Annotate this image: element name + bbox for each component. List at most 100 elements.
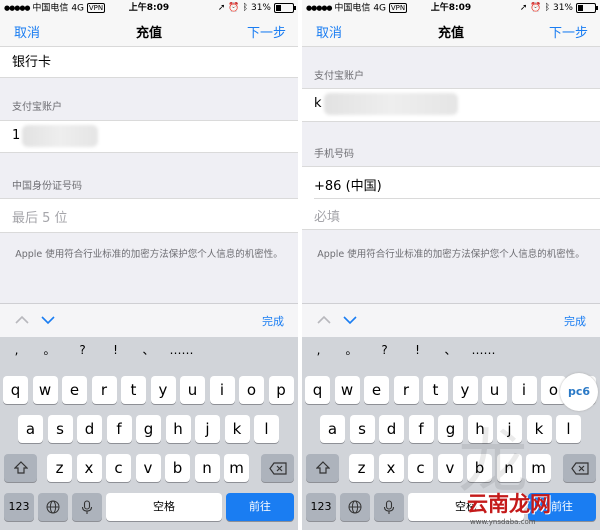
key-l[interactable]: l: [556, 415, 581, 443]
previous-field-arrow-icon[interactable]: [316, 312, 332, 328]
key-q[interactable]: q: [3, 376, 28, 404]
key-n[interactable]: n: [194, 454, 220, 482]
key-e[interactable]: e: [364, 376, 389, 404]
key-o[interactable]: o: [239, 376, 264, 404]
done-button[interactable]: 完成: [564, 313, 586, 329]
punct-key[interactable]: 。: [335, 337, 368, 363]
key-b[interactable]: b: [165, 454, 190, 482]
key-l[interactable]: l: [254, 415, 279, 443]
key-d[interactable]: d: [379, 415, 404, 443]
key-c[interactable]: c: [408, 454, 433, 482]
id-number-placeholder: 最后 5 位: [12, 211, 68, 226]
key-w[interactable]: w: [334, 376, 360, 404]
numbers-key[interactable]: 123: [306, 493, 336, 521]
key-x[interactable]: x: [378, 454, 404, 482]
keyboard: , 。 ? ! 、 …… qwertyuiop asdfghjkl zxcvbnm 1…: [0, 337, 298, 530]
key-f[interactable]: f: [106, 415, 132, 443]
backspace-icon: [268, 461, 287, 475]
key-a[interactable]: a: [18, 415, 43, 443]
punct-key[interactable]: 、: [132, 337, 165, 363]
delete-key[interactable]: [261, 454, 294, 482]
key-r[interactable]: r: [393, 376, 419, 404]
key-z[interactable]: z: [349, 454, 374, 482]
key-y[interactable]: y: [452, 376, 478, 404]
key-h[interactable]: h: [165, 415, 191, 443]
key-v[interactable]: v: [135, 454, 161, 482]
id-number-field[interactable]: 最后 5 位: [0, 198, 298, 233]
phone-number-field[interactable]: 必填: [314, 206, 340, 225]
punct-key[interactable]: ?: [368, 337, 401, 363]
nav-bar: 取消 充值 下一步: [302, 16, 600, 47]
key-i[interactable]: i: [209, 376, 235, 404]
key-y[interactable]: y: [150, 376, 176, 404]
key-f[interactable]: f: [408, 415, 434, 443]
next-button[interactable]: 下一步: [247, 22, 286, 41]
redacted-account-blur: [22, 125, 98, 147]
battery-percent: 31%: [250, 3, 271, 13]
globe-key[interactable]: [340, 493, 370, 521]
privacy-note: Apple 使用符合行业标准的加密方法保护您个人信息的机密性。: [317, 249, 585, 260]
site-watermark: 云南龙网: [467, 492, 551, 516]
key-r[interactable]: r: [91, 376, 117, 404]
key-c[interactable]: c: [106, 454, 131, 482]
punct-key[interactable]: ?: [66, 337, 99, 363]
key-x[interactable]: x: [76, 454, 102, 482]
key-t[interactable]: t: [423, 376, 448, 404]
key-u[interactable]: u: [482, 376, 507, 404]
delete-key[interactable]: [563, 454, 596, 482]
next-button[interactable]: 下一步: [549, 22, 588, 41]
punctuation-row: , 。 ? ! 、 ……: [302, 337, 600, 363]
punct-key[interactable]: ……: [467, 337, 500, 363]
key-u[interactable]: u: [180, 376, 205, 404]
shift-key[interactable]: [306, 454, 339, 482]
phone-section-label: 手机号码: [314, 149, 354, 160]
keyboard-toolbar: 完成: [0, 303, 298, 338]
key-i[interactable]: i: [511, 376, 537, 404]
microphone-icon: [81, 499, 93, 514]
redacted-account-blur: [324, 93, 458, 115]
punct-key[interactable]: ……: [165, 337, 198, 363]
punct-key[interactable]: !: [99, 337, 132, 363]
status-right: ➚ ⏰ ᛒ 31%: [520, 0, 598, 16]
key-g[interactable]: g: [136, 415, 161, 443]
bank-card-row[interactable]: 银行卡: [0, 47, 298, 78]
shift-key[interactable]: [4, 454, 37, 482]
punct-key[interactable]: 、: [434, 337, 467, 363]
numbers-key[interactable]: 123: [4, 493, 34, 521]
dictation-key[interactable]: [374, 493, 404, 521]
alipay-account-field[interactable]: k: [302, 88, 600, 122]
key-q[interactable]: q: [305, 376, 330, 404]
key-e[interactable]: e: [62, 376, 87, 404]
id-section-label: 中国身份证号码: [12, 181, 82, 192]
punct-key[interactable]: ,: [0, 337, 33, 363]
key-p[interactable]: p: [268, 376, 294, 404]
key-d[interactable]: d: [77, 415, 102, 443]
key-m[interactable]: m: [224, 454, 249, 482]
key-a[interactable]: a: [320, 415, 345, 443]
alarm-icon: ⏰: [228, 3, 240, 13]
globe-key[interactable]: [38, 493, 68, 521]
keyboard-toolbar: 完成: [302, 303, 600, 338]
punct-key[interactable]: ,: [302, 337, 335, 363]
key-w[interactable]: w: [32, 376, 58, 404]
next-field-arrow-icon[interactable]: [342, 312, 358, 328]
go-key[interactable]: 前往: [226, 493, 294, 521]
key-s[interactable]: s: [349, 415, 375, 443]
backspace-icon: [570, 461, 589, 475]
key-s[interactable]: s: [47, 415, 73, 443]
battery-icon: [274, 3, 296, 13]
dictation-key[interactable]: [72, 493, 102, 521]
key-t[interactable]: t: [121, 376, 146, 404]
key-z[interactable]: z: [47, 454, 72, 482]
alipay-account-field[interactable]: 1: [0, 120, 298, 153]
country-code-selector[interactable]: +86 (中国): [314, 175, 382, 194]
space-key[interactable]: 空格: [106, 493, 222, 521]
next-field-arrow-icon[interactable]: [40, 312, 56, 328]
battery-percent: 31%: [552, 3, 573, 13]
key-k[interactable]: k: [224, 415, 250, 443]
punct-key[interactable]: 。: [33, 337, 66, 363]
punct-key[interactable]: !: [401, 337, 434, 363]
done-button[interactable]: 完成: [262, 313, 284, 329]
previous-field-arrow-icon[interactable]: [14, 312, 30, 328]
key-j[interactable]: j: [195, 415, 220, 443]
